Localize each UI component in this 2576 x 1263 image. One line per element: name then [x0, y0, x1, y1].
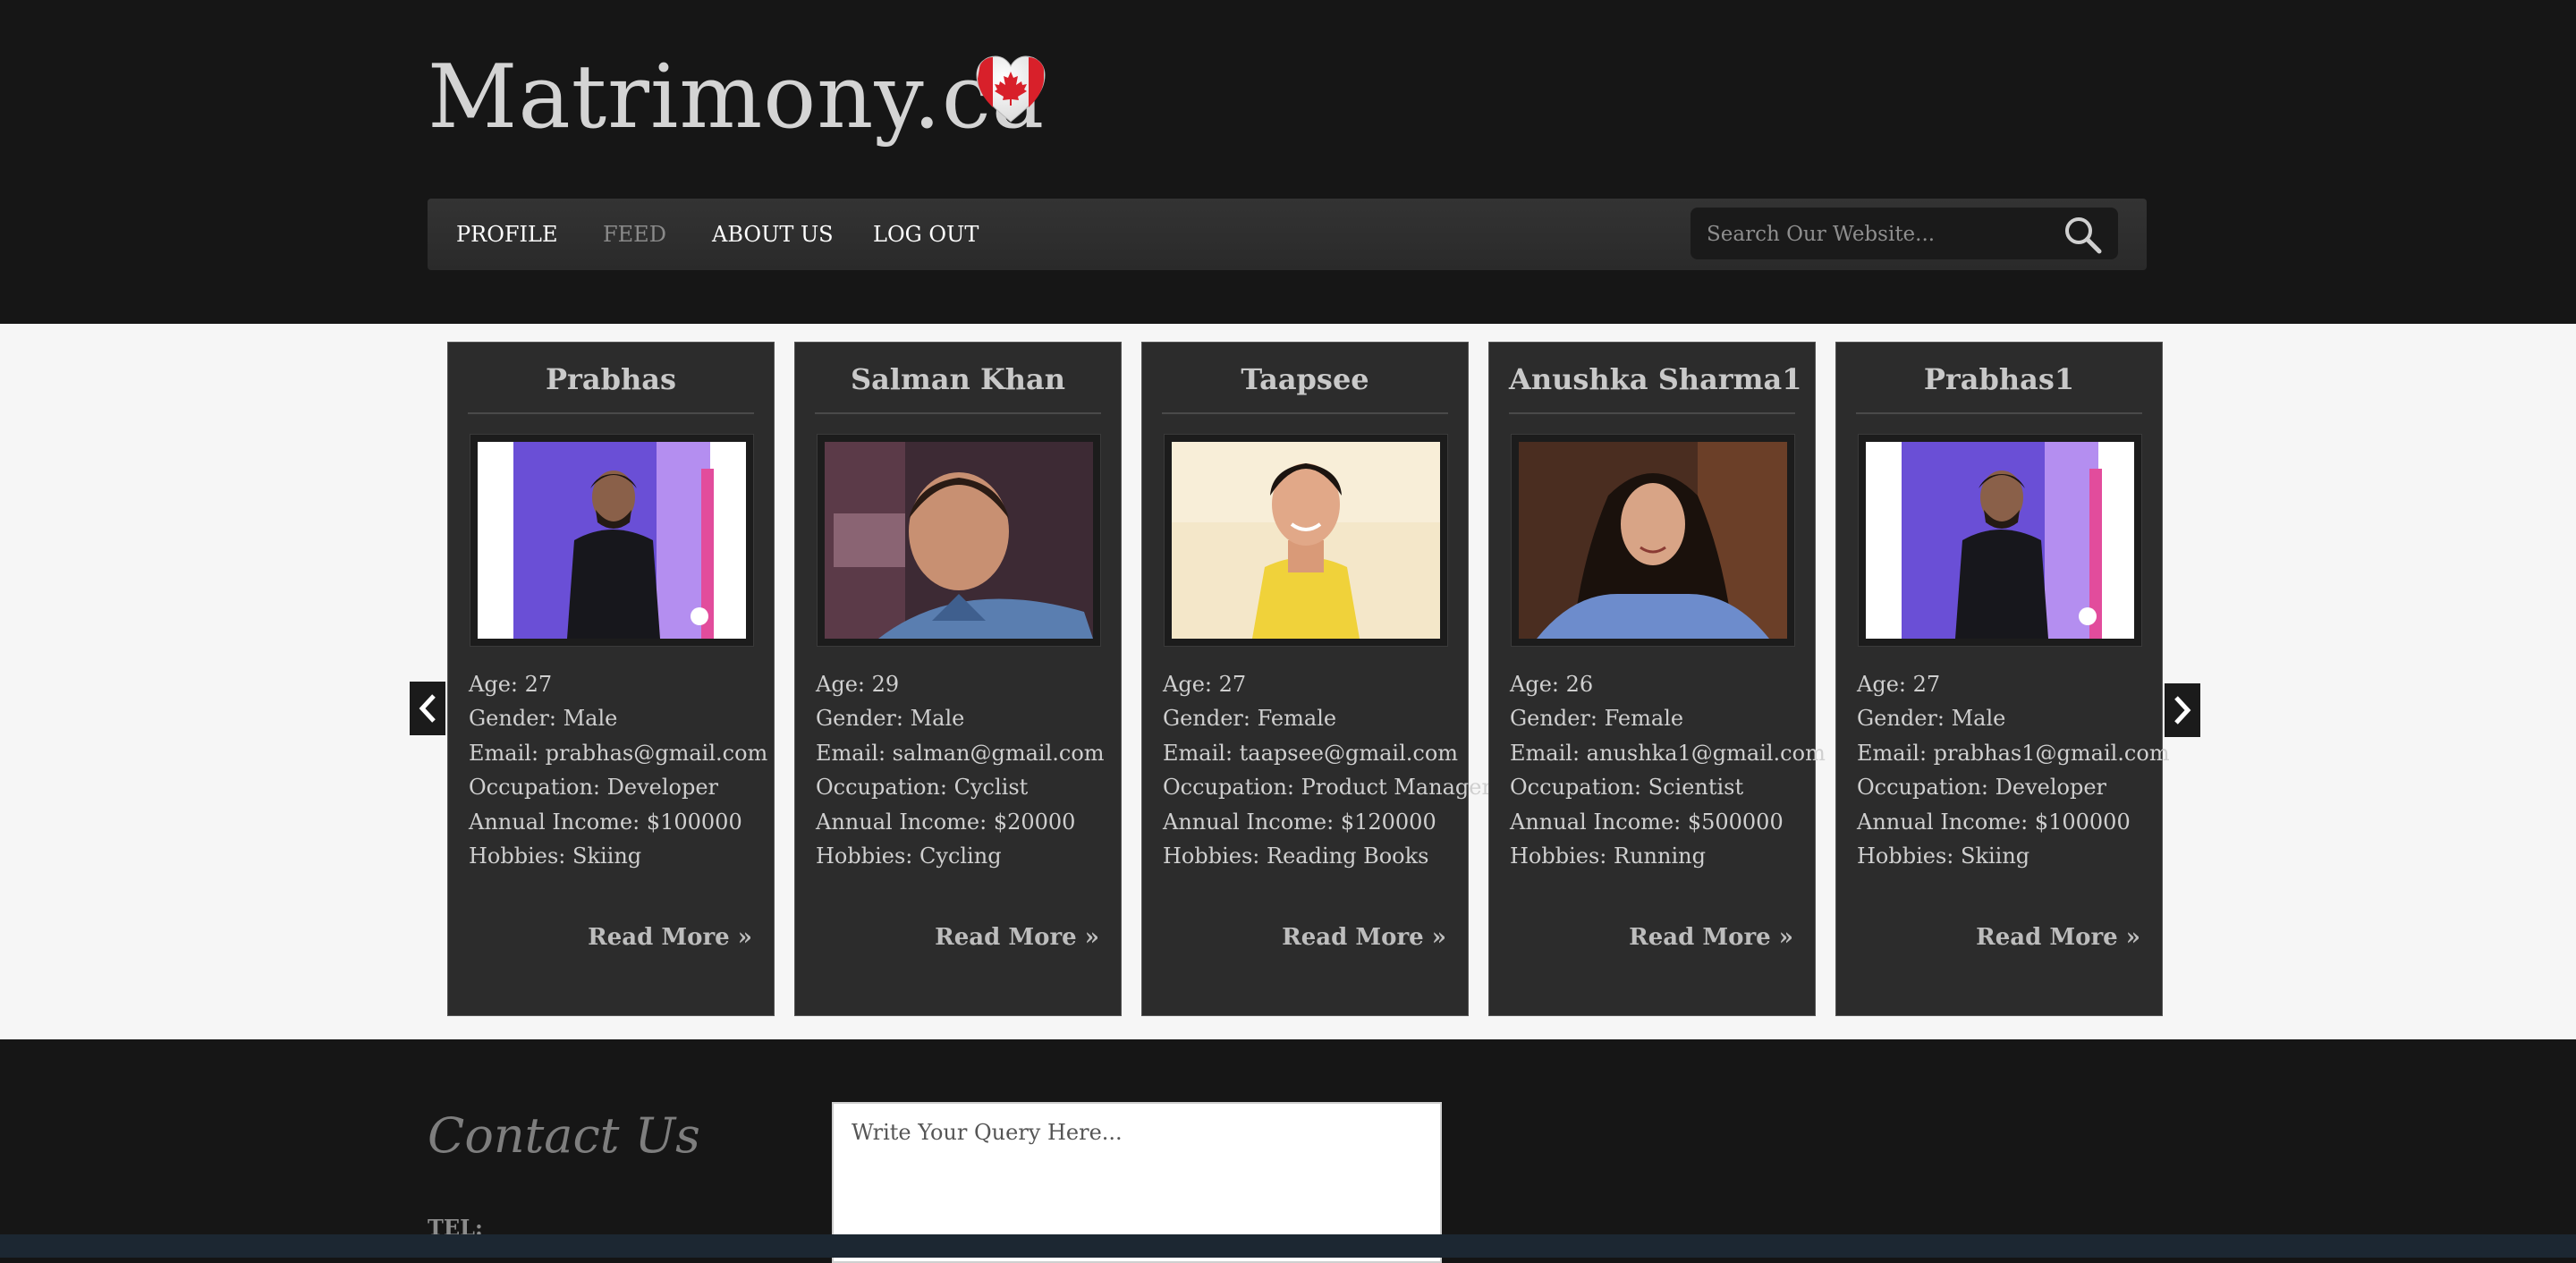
profile-photo-frame	[470, 434, 754, 647]
profile-age: Age: 27	[1163, 672, 1247, 697]
profile-photo-frame	[1164, 434, 1448, 647]
profile-photo-frame	[1858, 434, 2142, 647]
site-logo-title[interactable]: Matrimony.ca	[428, 47, 1045, 148]
read-more-link[interactable]: Read More »	[935, 924, 1099, 951]
profile-hobbies: Hobbies: Skiing	[469, 843, 642, 869]
search-icon[interactable]	[2061, 213, 2104, 256]
profile-age: Age: 26	[1510, 672, 1594, 697]
profile-name: Taapsee	[1241, 362, 1369, 396]
profile-photo-frame	[817, 434, 1101, 647]
divider	[815, 412, 1101, 414]
profile-income: Annual Income: $500000	[1510, 810, 1784, 835]
profile-photo[interactable]	[825, 442, 1093, 639]
nav-profile[interactable]: PROFILE	[456, 199, 557, 270]
profile-name: Prabhas	[545, 362, 677, 396]
search-box	[1690, 208, 2118, 259]
nav-about-us[interactable]: ABOUT US	[712, 199, 834, 270]
profile-name: Prabhas1	[1923, 362, 2075, 396]
profile-hobbies: Hobbies: Cycling	[816, 843, 1002, 869]
profile-occupation: Occupation: Developer	[1857, 775, 2106, 800]
contact-us-heading: Contact Us	[428, 1107, 700, 1164]
profile-email: Email: salman@gmail.com	[816, 741, 1105, 766]
profile-hobbies: Hobbies: Running	[1510, 843, 1706, 869]
divider	[1509, 412, 1795, 414]
profile-name: Salman Khan	[850, 362, 1066, 396]
profile-card: Anushka Sharma1 Age: 26 Gender: Female E…	[1488, 342, 1826, 1016]
profile-income: Annual Income: $100000	[469, 810, 742, 835]
profile-occupation: Occupation: Product Manager	[1163, 775, 1492, 800]
profile-income: Annual Income: $20000	[816, 810, 1076, 835]
chevron-left-icon	[419, 694, 436, 723]
profile-gender: Gender: Female	[1163, 706, 1337, 731]
profile-occupation: Occupation: Scientist	[1510, 775, 1744, 800]
profile-card: Prabhas1 Age: 27 Gender: Male Email: pra…	[1835, 342, 2170, 1016]
nav-log-out[interactable]: LOG OUT	[873, 199, 979, 270]
nav-feed[interactable]: FEED	[603, 199, 666, 270]
read-more-link[interactable]: Read More »	[588, 924, 752, 951]
profile-card: Salman Khan Age: 29 Gender: Male Email: …	[794, 342, 1122, 1016]
profile-photo[interactable]	[1519, 442, 1787, 639]
divider	[468, 412, 754, 414]
profile-email: Email: prabhas1@gmail.com	[1857, 741, 2170, 766]
carousel-prev-button[interactable]	[410, 682, 445, 735]
search-input[interactable]	[1705, 216, 2048, 252]
profile-name: Anushka Sharma1	[1509, 362, 1802, 396]
canada-flag-heart-icon	[976, 55, 1046, 123]
profile-card: Taapsee Age: 27 Gender: Female Email: ta…	[1141, 342, 1492, 1016]
profile-gender: Gender: Male	[1857, 706, 2006, 731]
carousel-next-button[interactable]	[2165, 683, 2200, 737]
profile-card: Prabhas Age: 27 Gender: Male Email: prab…	[447, 342, 775, 1016]
profile-gender: Gender: Male	[469, 706, 618, 731]
profile-age: Age: 29	[816, 672, 900, 697]
profile-photo[interactable]	[1172, 442, 1440, 639]
profile-occupation: Occupation: Developer	[469, 775, 718, 800]
read-more-link[interactable]: Read More »	[1629, 924, 1793, 951]
profile-occupation: Occupation: Cyclist	[816, 775, 1029, 800]
profile-gender: Gender: Female	[1510, 706, 1684, 731]
read-more-link[interactable]: Read More »	[1976, 924, 2140, 951]
profile-income: Annual Income: $120000	[1163, 810, 1436, 835]
divider	[1162, 412, 1448, 414]
profile-email: Email: anushka1@gmail.com	[1510, 741, 1826, 766]
header	[0, 0, 2576, 324]
profile-hobbies: Hobbies: Skiing	[1857, 843, 2030, 869]
profile-photo-frame	[1511, 434, 1795, 647]
profile-gender: Gender: Male	[816, 706, 965, 731]
divider	[1856, 412, 2142, 414]
profile-photo[interactable]	[1866, 442, 2134, 639]
profile-photo[interactable]	[478, 442, 746, 639]
read-more-link[interactable]: Read More »	[1282, 924, 1446, 951]
profile-hobbies: Hobbies: Reading Books	[1163, 843, 1429, 869]
bottom-strip	[0, 1234, 2576, 1258]
profile-income: Annual Income: $100000	[1857, 810, 2131, 835]
profile-email: Email: taapsee@gmail.com	[1163, 741, 1459, 766]
profile-email: Email: prabhas@gmail.com	[469, 741, 768, 766]
chevron-right-icon	[2174, 696, 2191, 725]
profile-age: Age: 27	[469, 672, 553, 697]
profile-age: Age: 27	[1857, 672, 1941, 697]
